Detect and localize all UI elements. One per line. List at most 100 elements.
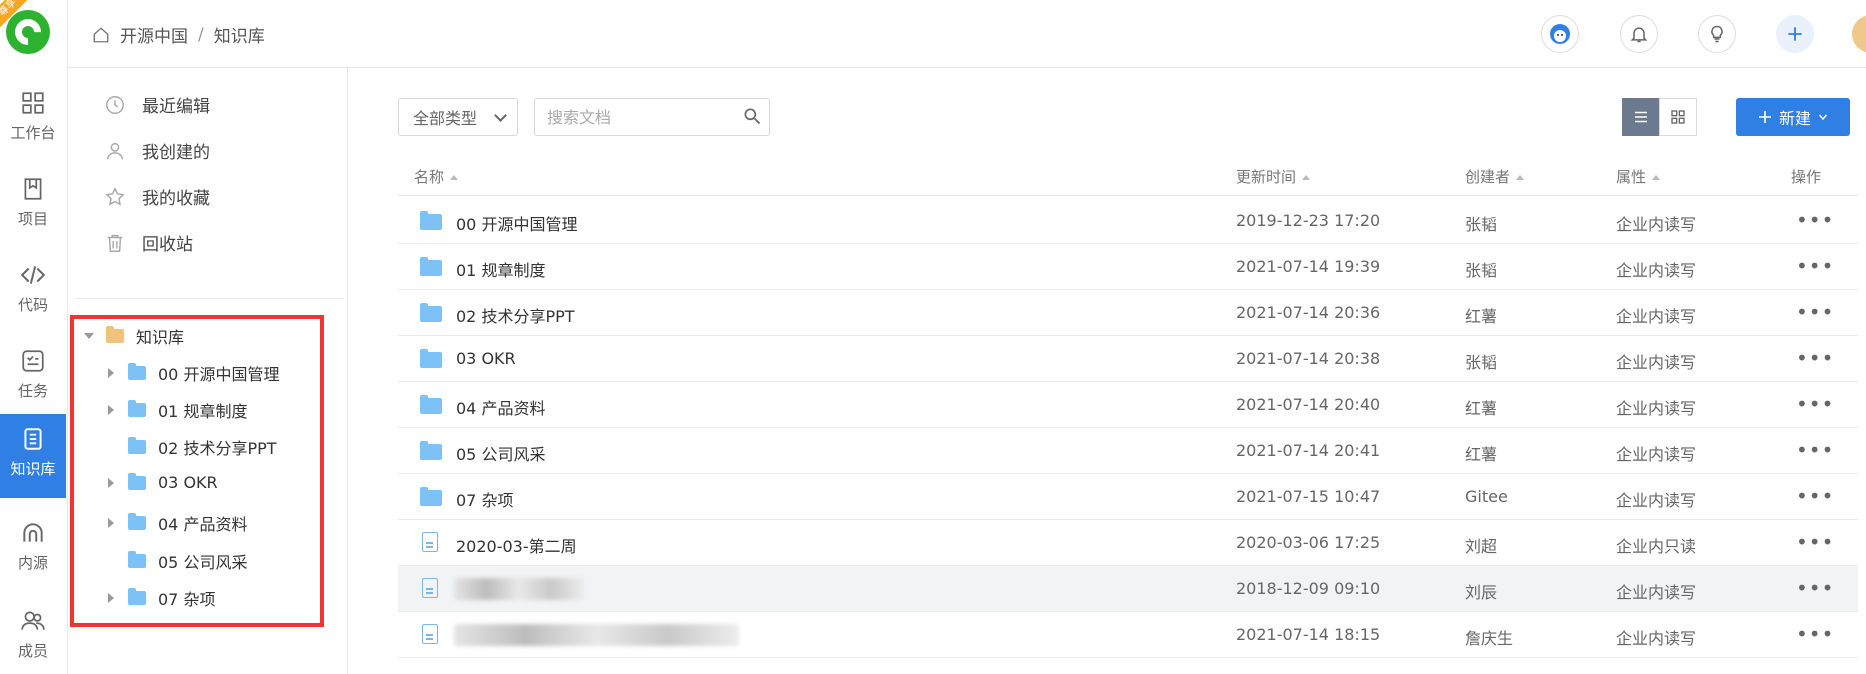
row-updated: 2020-03-06 17:25 (1236, 533, 1381, 552)
rail-item-workbench[interactable]: 工作台 (0, 78, 66, 154)
row-attribute: 企业内只读 (1616, 537, 1697, 556)
search-icon[interactable] (742, 106, 762, 126)
rail-item-code[interactable]: 代码 (0, 250, 66, 326)
tips-button[interactable] (1698, 15, 1736, 53)
table-row[interactable]: 05 公司风采 2021-07-14 20:41 红薯 企业内读写 ••• (398, 428, 1858, 474)
row-name[interactable]: 03 OKR (456, 349, 516, 368)
column-label: 更新时间 (1236, 168, 1297, 186)
folder-icon (128, 437, 146, 454)
more-actions-icon[interactable]: ••• (1796, 254, 1834, 278)
table-row[interactable]: 00 开源中国管理 2019-12-23 17:20 张韬 企业内读写 ••• (398, 198, 1858, 244)
table-row[interactable]: 03 OKR 2021-07-14 20:38 张韬 企业内读写 ••• (398, 336, 1858, 382)
list-view-button[interactable] (1622, 98, 1660, 136)
more-actions-icon[interactable]: ••• (1796, 484, 1834, 508)
row-updated: 2018-12-09 09:10 (1236, 579, 1381, 598)
collapse-icon[interactable] (84, 333, 94, 339)
table-row[interactable]: 02 技术分享PPT 2021-07-14 20:36 红薯 企业内读写 ••• (398, 290, 1858, 336)
table-row[interactable]: 2021-07-14 18:15 詹庆生 企业内读写 ••• (398, 612, 1858, 658)
document-list: 全部类型 新建 名称 更新时间 创建者 属性 操作 00 开源中国管理 2019-… (348, 68, 1866, 674)
tree-item-label: 05 公司风采 (158, 553, 248, 572)
grid-icon (1671, 110, 1685, 124)
breadcrumb-current[interactable]: 知识库 (214, 22, 265, 47)
rail-item-knowledge[interactable]: 知识库 (0, 414, 66, 498)
table-row[interactable]: 2018-12-09 09:10 刘辰 企业内读写 ••• (398, 566, 1858, 612)
expand-icon[interactable] (108, 405, 114, 415)
table-row[interactable]: 01 规章制度 2021-07-14 19:39 张韬 企业内读写 ••• (398, 244, 1858, 290)
tree-item[interactable]: 00 开源中国管理 (108, 361, 279, 385)
column-name[interactable]: 名称 (414, 166, 459, 187)
rail-item-project[interactable]: 项目 (0, 164, 66, 240)
rail-item-inner-source[interactable]: 内源 (0, 508, 66, 584)
column-updated[interactable]: 更新时间 (1236, 166, 1311, 187)
more-actions-icon[interactable]: ••• (1796, 530, 1834, 554)
column-creator[interactable]: 创建者 (1465, 166, 1525, 187)
search-input[interactable] (534, 98, 770, 136)
row-name[interactable]: 05 公司风采 (456, 441, 545, 465)
row-creator: 张韬 (1465, 261, 1498, 280)
rail-item-task[interactable]: 任务 (0, 336, 66, 412)
menu-created-by-me[interactable]: 我创建的 (104, 138, 210, 163)
column-attribute[interactable]: 属性 (1616, 166, 1661, 187)
table-row[interactable]: 04 产品资料 2021-07-14 20:40 红薯 企业内读写 ••• (398, 382, 1858, 428)
breadcrumb-root[interactable]: 开源中国 (120, 22, 188, 47)
row-creator: Gitee (1465, 487, 1508, 506)
bell-icon (1630, 27, 1648, 43)
more-actions-icon[interactable]: ••• (1796, 438, 1834, 462)
tree-item[interactable]: 05 公司风采 (128, 549, 247, 573)
row-name[interactable]: 2020-03-第二周 (456, 533, 577, 557)
tree-item-label: 07 杂项 (158, 590, 216, 609)
row-name[interactable]: 00 开源中国管理 (456, 211, 577, 235)
row-name[interactable]: 02 技术分享PPT (456, 303, 575, 327)
create-button[interactable] (1776, 15, 1814, 53)
tree-item-label: 01 规章制度 (158, 402, 248, 421)
rail-label: 成员 (17, 642, 48, 660)
menu-label: 回收站 (142, 235, 193, 255)
more-actions-icon[interactable]: ••• (1796, 392, 1834, 416)
row-attribute: 企业内读写 (1616, 215, 1697, 234)
tree-item[interactable]: 02 技术分享PPT (128, 435, 277, 459)
row-updated: 2021-07-14 19:39 (1236, 257, 1381, 276)
more-actions-icon[interactable]: ••• (1796, 346, 1834, 370)
menu-recent-edits[interactable]: 最近编辑 (104, 92, 210, 117)
tree-item[interactable]: 01 规章制度 (108, 398, 247, 422)
gitee-logo[interactable] (6, 10, 50, 54)
row-name[interactable]: 04 产品资料 (456, 395, 545, 419)
row-attribute: 企业内读写 (1616, 445, 1697, 464)
type-filter-select[interactable]: 全部类型 (398, 98, 518, 136)
row-creator: 红薯 (1465, 399, 1498, 418)
menu-favorites[interactable]: 我的收藏 (104, 184, 210, 209)
expand-icon[interactable] (108, 477, 114, 488)
rail-item-members[interactable]: 成员 (0, 596, 66, 672)
tree-root[interactable]: 知识库 (84, 324, 184, 348)
tree-item[interactable]: 07 杂项 (108, 586, 215, 610)
row-updated: 2021-07-14 20:41 (1236, 441, 1381, 460)
more-actions-icon[interactable]: ••• (1796, 300, 1834, 324)
redacted-name (454, 578, 584, 600)
grid-view-button[interactable] (1659, 98, 1697, 136)
more-actions-icon[interactable]: ••• (1796, 576, 1834, 600)
more-actions-icon[interactable]: ••• (1796, 208, 1834, 232)
row-attribute: 企业内读写 (1616, 307, 1697, 326)
expand-icon[interactable] (108, 593, 114, 603)
menu-recycle-bin[interactable]: 回收站 (104, 230, 193, 255)
list-icon (1635, 111, 1647, 123)
notification-button[interactable] (1620, 15, 1658, 53)
new-button[interactable]: 新建 (1736, 98, 1850, 136)
home-icon[interactable] (92, 26, 110, 44)
row-name[interactable]: 01 规章制度 (456, 257, 545, 281)
knowledge-sidebar: 最近编辑 我创建的 我的收藏 回收站 知识库 00 开源中国管理 01 规章制度… (68, 68, 348, 674)
chevron-down-icon (494, 109, 507, 122)
tree-item[interactable]: 03 OKR (108, 472, 218, 492)
row-creator: 红薯 (1465, 445, 1498, 464)
tree-item[interactable]: 04 产品资料 (108, 511, 247, 535)
inner-source-icon (23, 523, 43, 542)
row-name[interactable]: 07 杂项 (456, 487, 513, 511)
column-label: 创建者 (1465, 168, 1511, 186)
more-actions-icon[interactable]: ••• (1796, 622, 1834, 646)
expand-icon[interactable] (108, 368, 114, 378)
table-row[interactable]: 07 杂项 2021-07-15 10:47 Gitee 企业内读写 ••• (398, 474, 1858, 520)
table-row[interactable]: 2020-03-第二周 2020-03-06 17:25 刘超 企业内只读 ••• (398, 520, 1858, 566)
user-avatar[interactable] (1852, 15, 1866, 53)
expand-icon[interactable] (108, 518, 114, 528)
assistant-avatar[interactable] (1541, 15, 1579, 53)
